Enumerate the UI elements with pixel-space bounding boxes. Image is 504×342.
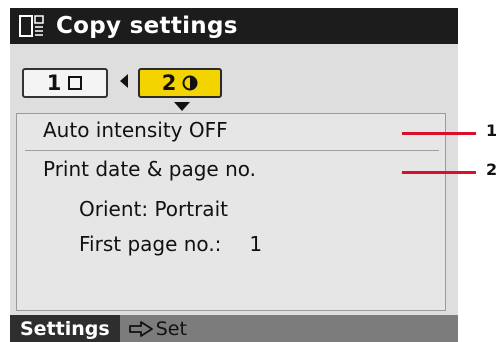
- down-arrow-icon: [174, 102, 190, 111]
- settings-list: Auto intensity OFF Print date & page no.…: [16, 113, 446, 311]
- left-arrow-icon[interactable]: [120, 74, 128, 88]
- settings-screen: 1 2 Auto intensity OFF Print date & page…: [10, 44, 458, 315]
- bottom-bar: Settings Set: [10, 315, 458, 342]
- callout-line-2: [402, 171, 476, 174]
- callout-line-1: [402, 132, 476, 135]
- first-page-no-value: 1: [249, 232, 263, 256]
- setting-first-page-no[interactable]: First page no.: 1: [79, 232, 262, 256]
- tab-page-1-label: 1: [46, 71, 62, 95]
- setting-orient[interactable]: Orient: Portrait: [79, 197, 228, 221]
- arrow-right-icon: [128, 320, 153, 337]
- settings-button[interactable]: Settings: [10, 315, 120, 342]
- tab-page-2-label: 2: [161, 71, 177, 95]
- set-label: Set: [155, 317, 187, 340]
- setting-auto-intensity[interactable]: Auto intensity OFF: [43, 118, 228, 142]
- tab-page-2[interactable]: 2: [138, 68, 222, 98]
- copy-settings-icon: [19, 15, 44, 37]
- tab-page-1[interactable]: 1: [22, 68, 108, 98]
- page-title: Copy settings: [56, 13, 238, 39]
- title-bar: Copy settings: [10, 8, 458, 44]
- callout-number-2: 2: [486, 160, 498, 179]
- first-page-no-label: First page no.:: [79, 232, 222, 256]
- single-page-icon: [68, 76, 83, 90]
- callout-number-1: 1: [486, 121, 498, 140]
- divider: [25, 150, 439, 151]
- setting-print-date-page-no[interactable]: Print date & page no.: [43, 157, 256, 181]
- half-circle-icon: [182, 75, 198, 91]
